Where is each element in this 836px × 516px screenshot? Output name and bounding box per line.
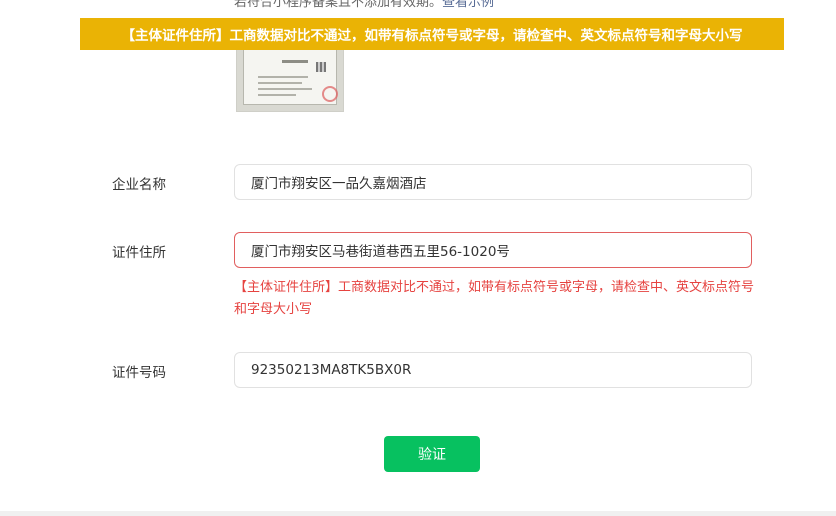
qr-code-icon — [316, 62, 326, 72]
license-text-line — [258, 94, 296, 96]
error-toast-banner: 【主体证件住所】工商数据对比不通过，如带有标点符号或字母，请检查中、英文标点符号… — [80, 18, 784, 50]
license-number-input[interactable]: 92350213MA8TK5BX0R — [234, 352, 752, 388]
view-example-link[interactable]: 查看示例 — [442, 0, 494, 10]
license-text-line — [258, 88, 312, 90]
upload-hint: 若符合小程序备案且不添加有效期。查看示例 — [234, 0, 494, 10]
license-text-line — [258, 82, 302, 84]
bottom-divider — [0, 511, 836, 516]
verify-button[interactable]: 验证 — [384, 436, 480, 472]
address-input[interactable]: 厦门市翔安区马巷街道巷西五里56-1020号 — [234, 232, 752, 268]
address-label: 证件住所 — [112, 245, 166, 261]
license-text-line — [258, 76, 308, 78]
red-seal-icon — [322, 86, 338, 102]
license-title-mark — [282, 60, 308, 63]
company-name-input[interactable]: 厦门市翔安区一品久嘉烟酒店 — [234, 164, 752, 200]
license-number-label: 证件号码 — [112, 365, 166, 381]
license-paper — [243, 47, 338, 105]
address-error-message: 【主体证件住所】工商数据对比不通过，如带有标点符号或字母，请检查中、英文标点符号… — [234, 280, 755, 317]
company-name-label: 企业名称 — [112, 177, 166, 193]
upload-hint-text: 若符合小程序备案且不添加有效期。 — [234, 0, 443, 10]
business-license-thumbnail[interactable] — [236, 40, 344, 112]
